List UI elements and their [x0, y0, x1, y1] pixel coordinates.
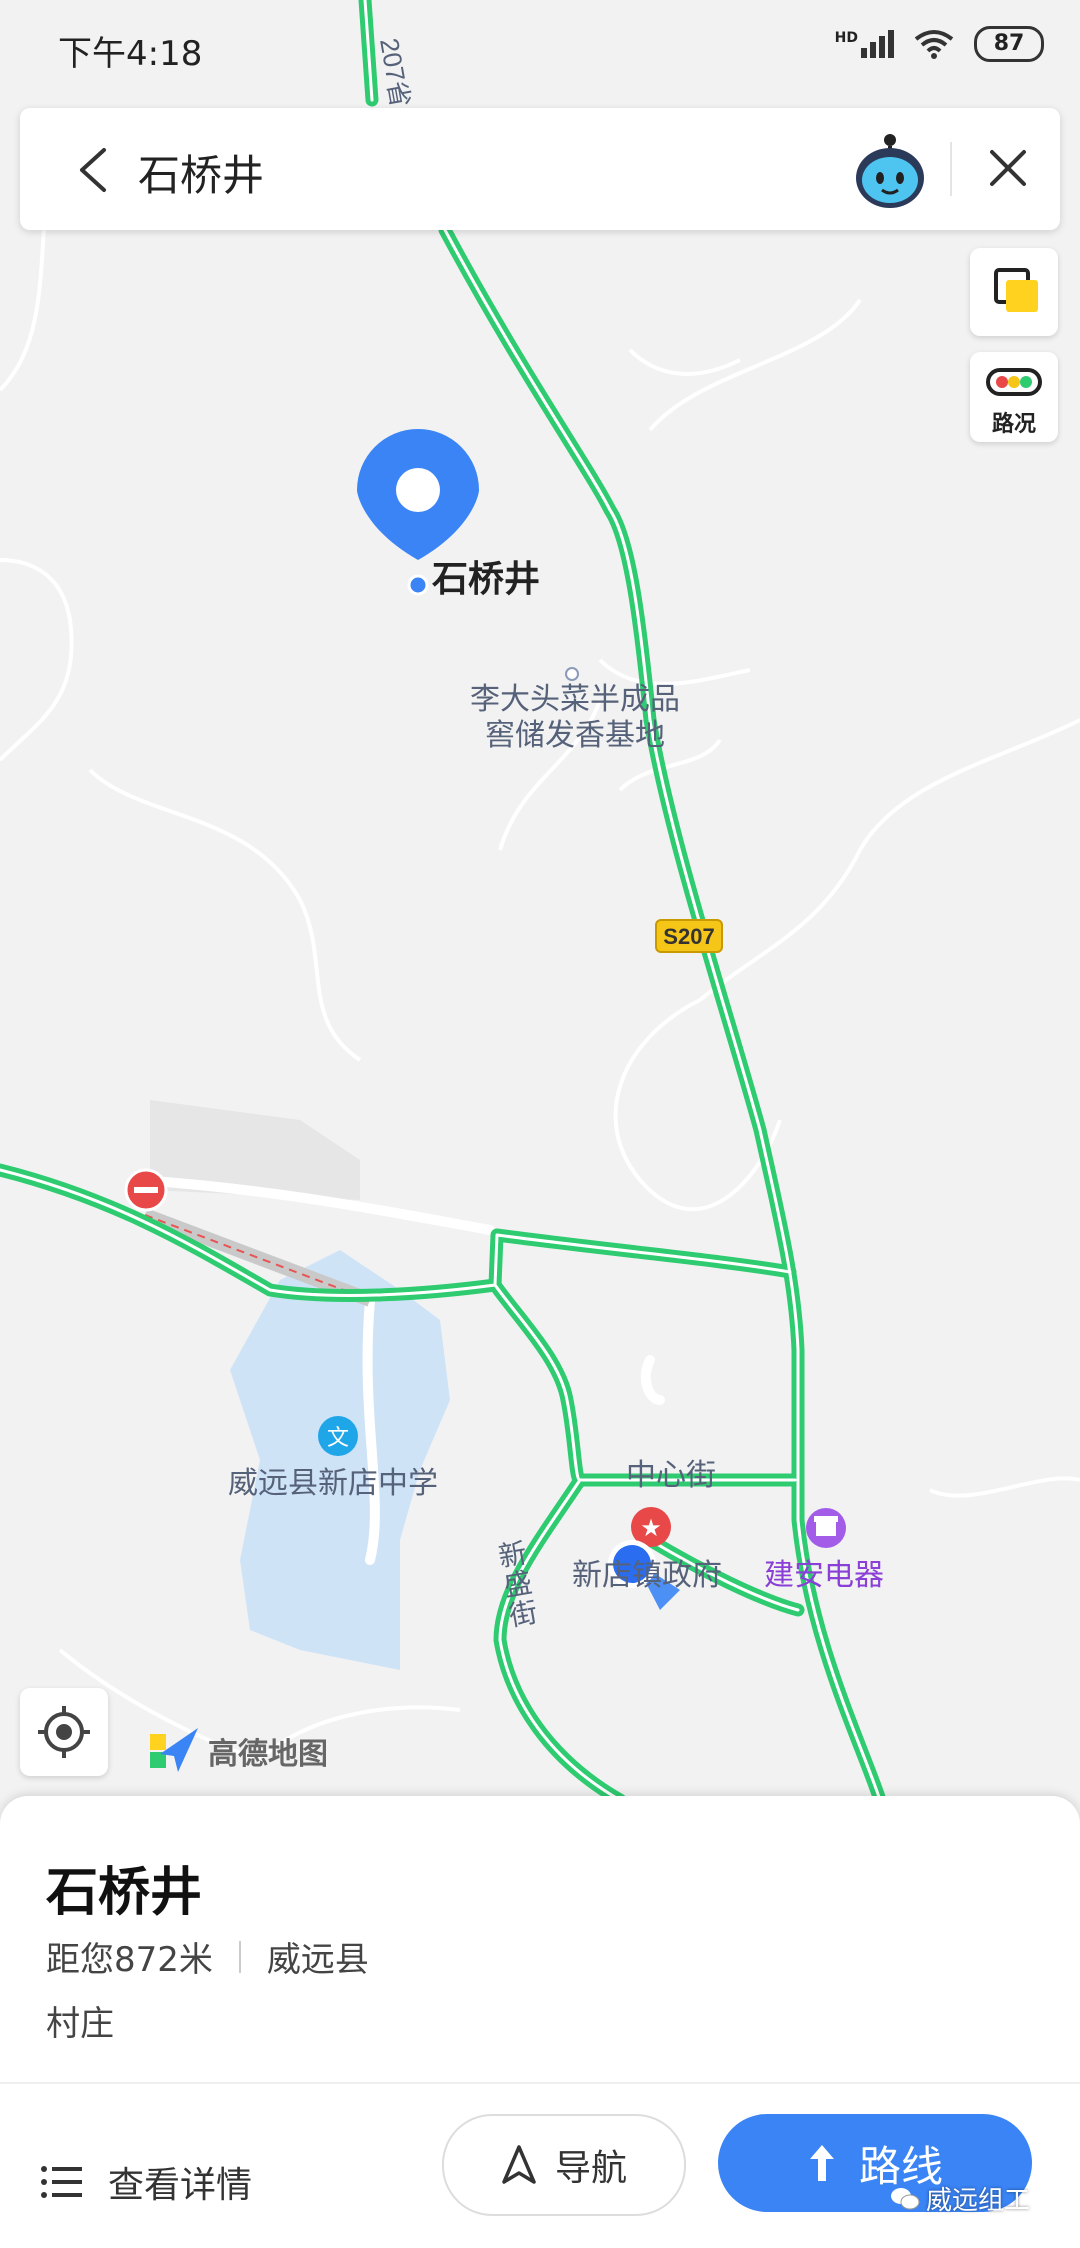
status-bar: 下午4:18 HD 87	[0, 0, 1080, 100]
meta-divider	[238, 1940, 241, 1973]
government-label[interactable]: 新店镇政府	[572, 1558, 722, 1594]
list-icon	[41, 2166, 82, 2198]
panel-divider	[0, 2082, 1080, 2084]
wifi-icon	[914, 30, 954, 59]
place-county: 威远县	[266, 1940, 369, 1980]
hd-text: HD	[834, 30, 858, 46]
layers-icon	[994, 268, 1038, 312]
close-icon[interactable]	[980, 140, 1036, 196]
wechat-icon	[891, 2187, 920, 2209]
navigate-label: 导航	[554, 2148, 627, 2189]
traffic-light-icon	[986, 368, 1042, 396]
crosshair-icon	[38, 1706, 90, 1758]
map-canvas[interactable]: 207省 S207 文 ★	[0, 0, 1080, 1800]
search-bar: 石桥井	[20, 108, 1060, 230]
view-details-button[interactable]: 查看详情	[40, 2156, 252, 2208]
road-badge: S207	[655, 919, 723, 953]
poi-lidatou-line2: 窖储发香基地	[485, 718, 665, 753]
search-input[interactable]: 石桥井	[138, 142, 264, 203]
store-label[interactable]: 建安电器	[764, 1558, 884, 1594]
watermark-text: 威远组工	[926, 2186, 1031, 2216]
traffic-button[interactable]: 路况	[970, 352, 1058, 442]
status-icons: HD 87	[835, 26, 1044, 62]
battery-icon: 87	[974, 26, 1044, 62]
voice-assistant-icon[interactable]	[850, 128, 930, 210]
no-entry-icon	[124, 1168, 168, 1212]
layers-button[interactable]	[970, 248, 1058, 336]
navigate-button[interactable]: 导航	[442, 2114, 686, 2216]
place-title: 石桥井	[46, 1863, 203, 1923]
road-badge-text: S207	[663, 924, 714, 949]
school-label[interactable]: 威远县新店中学	[228, 1466, 438, 1502]
watermark: 威远组工	[890, 2180, 1030, 2217]
battery-level: 87	[993, 31, 1025, 56]
traffic-label: 路况	[991, 412, 1036, 437]
street-center-label: 中心街	[626, 1458, 716, 1493]
place-info-panel[interactable]: 石桥井 距您872米 威远县 村庄 查看详情 导航 路线 威远组工	[0, 1796, 1080, 2248]
view-details-label: 查看详情	[108, 2165, 253, 2206]
place-meta: 距您872米 威远县	[46, 1932, 369, 1981]
route-arrow-icon	[809, 2145, 834, 2181]
store-icon[interactable]	[806, 1508, 846, 1548]
svg-text:文: 文	[327, 1426, 349, 1451]
poi-lidatou-label[interactable]: 李大头菜半成品 窖储发香基地	[460, 682, 690, 754]
search-divider	[950, 142, 952, 196]
amap-logo-icon	[150, 1728, 198, 1772]
place-type: 村庄	[46, 2004, 114, 2044]
status-time: 下午4:18	[58, 34, 203, 74]
poi-dot	[565, 667, 579, 681]
selected-place-label[interactable]: 石桥井	[432, 562, 540, 598]
place-distance: 距您872米	[46, 1940, 213, 1980]
school-icon[interactable]: 文	[318, 1416, 358, 1456]
back-arrow-icon[interactable]	[68, 142, 118, 198]
navigation-arrow-icon	[502, 2145, 536, 2184]
amap-logo: 高德地图	[150, 1728, 328, 1774]
amap-logo-text: 高德地图	[208, 1737, 328, 1772]
svg-text:★: ★	[640, 1514, 662, 1542]
locate-button[interactable]	[20, 1688, 108, 1776]
poi-lidatou-line1: 李大头菜半成品	[470, 682, 680, 717]
signal-icon: HD	[835, 30, 894, 58]
